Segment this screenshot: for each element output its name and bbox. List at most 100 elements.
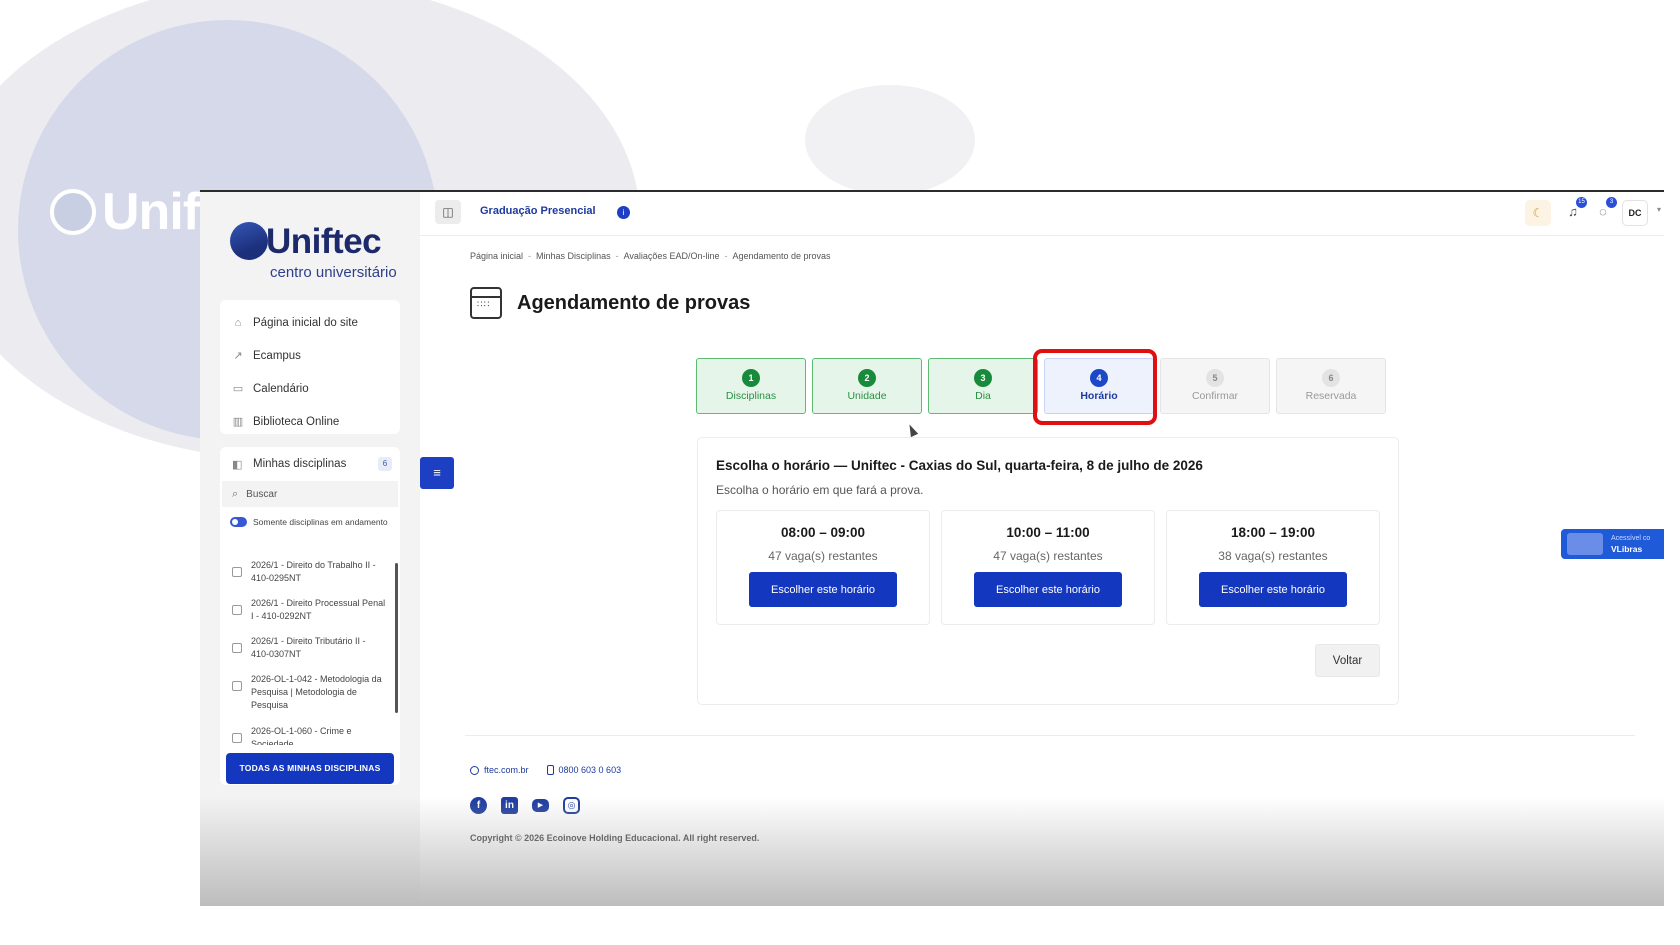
discipline-name: 2026-OL-1-042 - Metodologia da Pesquisa … <box>251 674 382 710</box>
course-selector[interactable]: Graduação Presencial <box>480 205 596 217</box>
bell-icon: ♫ <box>1568 204 1578 219</box>
theme-toggle-button[interactable]: ☾ <box>1525 200 1551 226</box>
breadcrumb-separator: - <box>724 251 728 261</box>
notifications-button[interactable]: ♫ 15 <box>1562 197 1587 223</box>
slot-vacancies: 38 vaga(s) restantes <box>1218 549 1328 563</box>
vlibras-avatar-icon <box>1567 533 1603 555</box>
avatar[interactable]: DC <box>1622 200 1648 226</box>
app-window: Uniftec centro universitário ⌂ Página in… <box>200 190 1664 906</box>
in-progress-toggle[interactable] <box>230 517 247 527</box>
notifications-badge: 15 <box>1576 197 1587 208</box>
background-logo-mark <box>50 189 96 235</box>
time-slot-card: 18:00 – 19:00 38 vaga(s) restantes Escol… <box>1166 510 1380 625</box>
step-number: 4 <box>1090 369 1108 387</box>
step-label: Dia <box>975 390 991 402</box>
list-item[interactable]: 2026-OL-1-042 - Metodologia da Pesquisa … <box>220 669 400 721</box>
page-header: Agendamento de provas <box>470 287 750 319</box>
choose-slot-button[interactable]: Escolher este horário <box>1199 572 1347 607</box>
phone-link[interactable]: 0800 603 0 603 <box>546 765 622 775</box>
step-number: 6 <box>1322 369 1340 387</box>
social-links: f in ▶ ◎ <box>470 797 580 814</box>
time-slots: 08:00 – 09:00 47 vaga(s) restantes Escol… <box>716 510 1380 625</box>
breadcrumb-current: Agendamento de provas <box>732 251 831 261</box>
mouse-cursor-icon <box>905 422 919 438</box>
disciplines-panel: ◧ Minhas disciplinas 6 ⌕ Buscar Somente … <box>220 447 400 785</box>
disciplines-list: 2026/1 - Direito do Trabalho II - 410-02… <box>220 555 400 745</box>
all-disciplines-button[interactable]: TODAS AS MINHAS DISCIPLINAS <box>226 753 394 784</box>
step-horario[interactable]: 4 Horário <box>1044 358 1154 414</box>
vlibras-text: Acessível co VLibras <box>1611 534 1650 554</box>
disciplines-search-input[interactable]: ⌕ Buscar <box>222 481 398 507</box>
list-item[interactable]: 2026/1 - Direito do Trabalho II - 410-02… <box>220 555 400 593</box>
breadcrumb-evaluations[interactable]: Avaliações EAD/On-line <box>624 251 720 261</box>
slot-vacancies: 47 vaga(s) restantes <box>993 549 1103 563</box>
messages-button[interactable]: ◌ 3 <box>1592 197 1617 223</box>
page-title: Agendamento de provas <box>517 291 751 314</box>
step-label: Confirmar <box>1191 390 1239 402</box>
discipline-icon <box>232 643 242 653</box>
list-item[interactable]: 2026/1 - Direito Processual Penal I - 41… <box>220 593 400 631</box>
youtube-icon[interactable]: ▶ <box>532 799 549 812</box>
slot-time: 08:00 – 09:00 <box>780 525 866 540</box>
choose-slot-button[interactable]: Escolher este horário <box>974 572 1122 607</box>
vlibras-title: VLibras <box>1611 544 1643 554</box>
collapse-sidebar-button[interactable]: ≡ <box>420 457 454 489</box>
step-label: Horário <box>1080 390 1118 402</box>
time-slot-card: 10:00 – 11:00 47 vaga(s) restantes Escol… <box>941 510 1155 625</box>
discipline-name: 2026/1 - Direito Tributário II - 410-030… <box>251 636 366 659</box>
step-number: 5 <box>1206 369 1224 387</box>
phone-text: 0800 603 0 603 <box>558 765 622 775</box>
chevron-down-icon[interactable]: ▾ <box>1657 205 1661 214</box>
step-unidade[interactable]: 2 Unidade <box>812 358 922 414</box>
calendar-icon: ▭ <box>232 382 244 395</box>
background-logo: Unif <box>50 182 200 242</box>
disciplines-count-badge: 6 <box>378 457 392 471</box>
search-placeholder: Buscar <box>246 488 278 500</box>
disciplines-scrollbar[interactable] <box>395 563 398 713</box>
menu-toggle-button[interactable]: ◫ <box>435 200 461 224</box>
facebook-icon[interactable]: f <box>470 797 487 814</box>
discipline-icon <box>232 733 242 743</box>
linkedin-icon[interactable]: in <box>501 797 518 814</box>
slot-vacancies: 47 vaga(s) restantes <box>768 549 878 563</box>
brand-name: Uniftec <box>266 222 382 261</box>
discipline-name: 2026/1 - Direito do Trabalho II - 410-02… <box>251 560 376 583</box>
footer-divider <box>465 735 1635 736</box>
info-icon[interactable]: i <box>617 206 630 219</box>
sidebar-item-ecampus[interactable]: ↗ Ecampus <box>220 339 400 372</box>
step-dia[interactable]: 3 Dia <box>928 358 1038 414</box>
step-label: Unidade <box>847 390 887 402</box>
library-icon: ▥ <box>232 415 244 428</box>
phone-icon <box>546 765 554 775</box>
sidebar-item-library[interactable]: ▥ Biblioteca Online <box>220 405 400 438</box>
slot-time: 10:00 – 11:00 <box>1006 525 1090 540</box>
list-item[interactable]: 2026-OL-1-060 - Crime e Sociedade <box>220 721 400 745</box>
calendar-icon <box>470 287 502 319</box>
vlibras-widget[interactable]: Acessível co VLibras <box>1561 529 1664 559</box>
step-confirmar[interactable]: 5 Confirmar <box>1160 358 1270 414</box>
list-item[interactable]: 2026/1 - Direito Tributário II - 410-030… <box>220 631 400 669</box>
discipline-icon <box>232 567 242 577</box>
brand-logo-icon <box>230 222 268 260</box>
disciplines-title: Minhas disciplinas <box>253 458 347 470</box>
sidebar-item-label: Página inicial do site <box>253 316 358 329</box>
topbar: ◫ Graduação Presencial i ☾ ♫ 15 ◌ 3 DC ▾ <box>420 192 1664 236</box>
website-link[interactable]: ftec.com.br <box>470 765 529 775</box>
breadcrumb-disciplines[interactable]: Minhas Disciplinas <box>536 251 611 261</box>
instagram-icon[interactable]: ◎ <box>563 797 580 814</box>
home-icon: ⌂ <box>234 316 242 329</box>
discipline-name: 2026/1 - Direito Processual Penal I - 41… <box>251 598 386 621</box>
step-disciplinas[interactable]: 1 Disciplinas <box>696 358 806 414</box>
sidebar-item-calendar[interactable]: ▭ Calendário <box>220 372 400 405</box>
back-button[interactable]: Voltar <box>1315 644 1380 677</box>
step-reservada[interactable]: 6 Reservada <box>1276 358 1386 414</box>
discipline-icon <box>232 681 242 691</box>
sidebar-item-label: Ecampus <box>253 349 301 362</box>
disciplines-header[interactable]: ◧ Minhas disciplinas 6 <box>220 447 400 481</box>
brand-logo[interactable]: Uniftec centro universitário <box>230 222 400 288</box>
chat-icon: ◌ <box>1599 204 1607 219</box>
choose-slot-button[interactable]: Escolher este horário <box>749 572 897 607</box>
breadcrumb-home[interactable]: Página inicial <box>470 251 523 261</box>
step-number: 2 <box>858 369 876 387</box>
sidebar-item-home[interactable]: ⌂ Página inicial do site <box>220 306 400 339</box>
